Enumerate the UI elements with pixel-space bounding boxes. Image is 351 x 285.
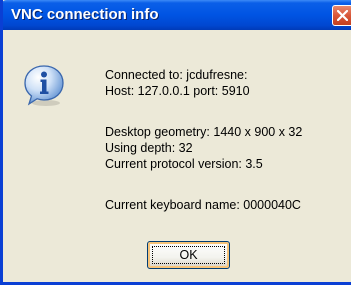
desktop-geometry-text: Desktop geometry: 1440 x 900 x 32 <box>105 125 303 139</box>
depth-text: Using depth: 32 <box>105 141 193 155</box>
title-bar[interactable]: VNC connection info <box>3 0 351 30</box>
protocol-version-text: Current protocol version: 3.5 <box>105 157 263 171</box>
close-button[interactable] <box>332 5 351 26</box>
ok-button[interactable]: OK <box>147 241 230 269</box>
dialog-window: VNC connection info Connected to: jcdufr… <box>0 0 351 285</box>
host-text: Host: 127.0.0.1 port: 5910 <box>105 84 250 98</box>
keyboard-name-text: Current keyboard name: 0000040C <box>105 198 301 212</box>
connected-to-text: Connected to: jcdufresne: <box>105 68 248 82</box>
info-icon <box>24 65 64 106</box>
close-icon <box>337 10 348 21</box>
window-title: VNC connection info <box>11 6 159 23</box>
ok-button-label: OK <box>179 248 198 262</box>
